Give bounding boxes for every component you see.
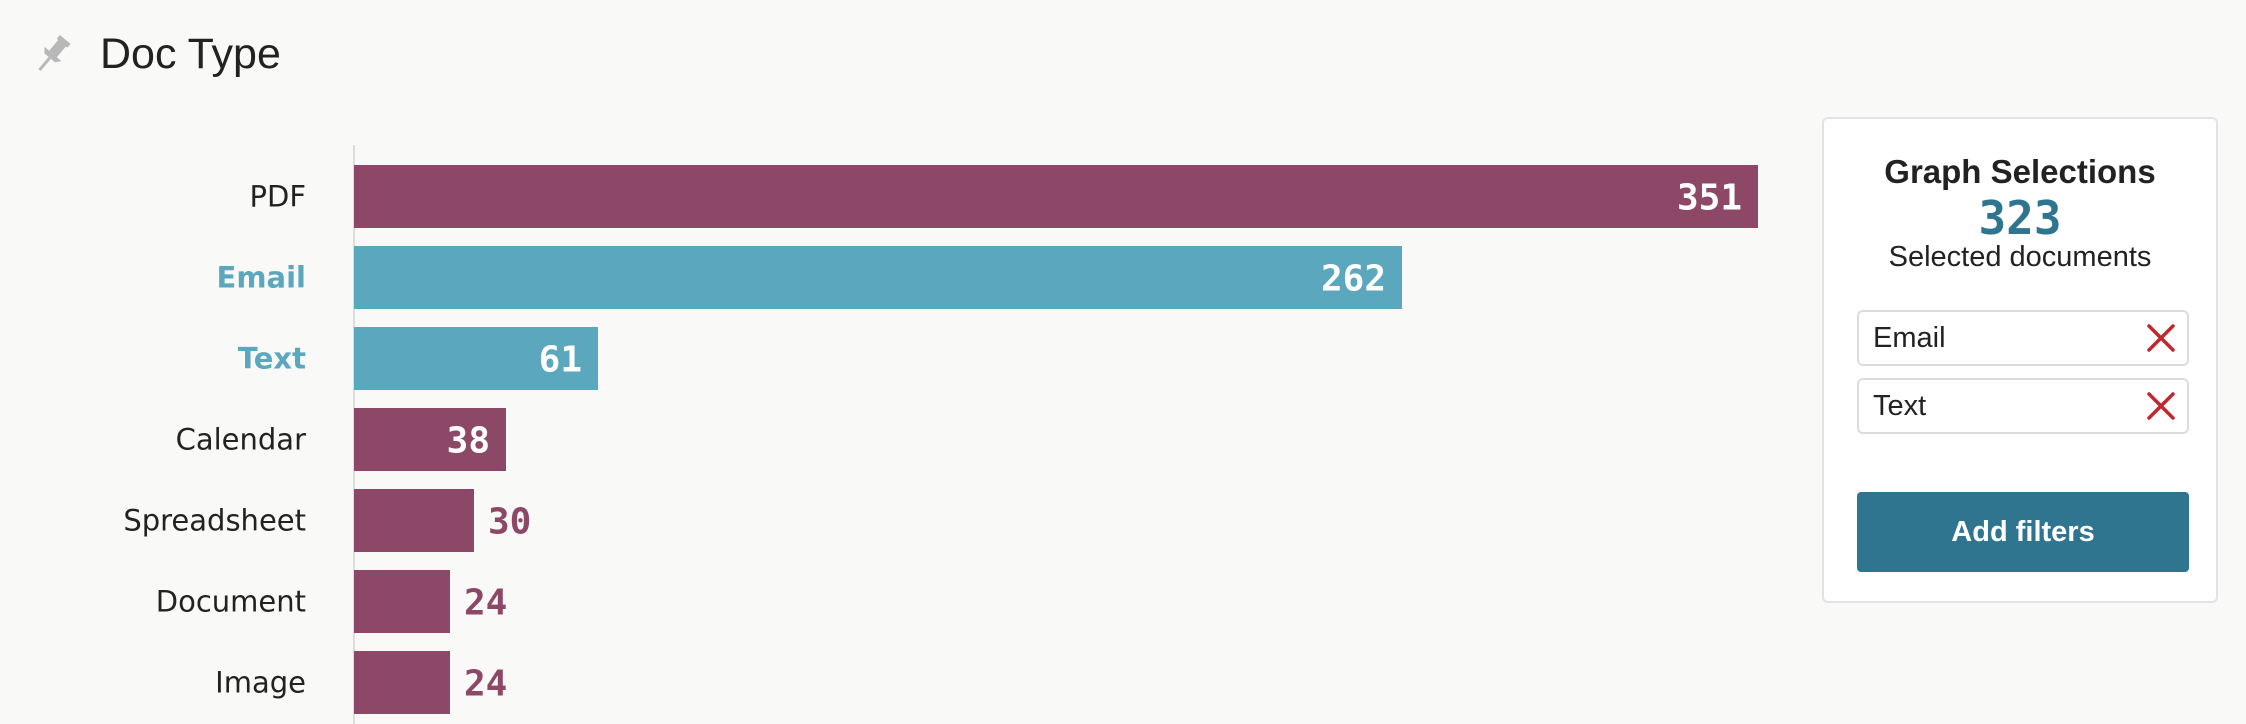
selected-count: 323 (1978, 191, 2062, 245)
close-icon[interactable] (2145, 390, 2177, 422)
value-label-image: 24 (464, 664, 507, 705)
selected-documents-label: Selected documents (1888, 241, 2152, 273)
selection-chip-text: Text (1857, 378, 2189, 434)
category-label-calendar[interactable]: Calendar (176, 423, 306, 457)
category-label-spreadsheet[interactable]: Spreadsheet (123, 504, 306, 538)
value-label-text: 61 (539, 340, 582, 381)
chip-label: Email (1873, 322, 1946, 354)
chip-label: Text (1873, 390, 1927, 422)
value-label-calendar: 38 (447, 421, 490, 462)
bar-pdf[interactable] (354, 165, 1758, 228)
value-label-spreadsheet: 30 (488, 502, 531, 543)
selections-heading: Graph Selections (1884, 153, 2156, 190)
category-label-email[interactable]: Email (217, 261, 306, 295)
bar-spreadsheet[interactable] (354, 489, 474, 552)
add-filters-button[interactable]: Add filters (1857, 492, 2189, 572)
bar-document[interactable] (354, 570, 450, 633)
selection-chip-email: Email (1857, 310, 2189, 366)
category-label-image[interactable]: Image (215, 666, 306, 700)
graph-selections-card: Graph Selections 323 Selected documents … (1822, 117, 2218, 603)
close-icon[interactable] (2145, 322, 2177, 354)
doc-type-panel: Doc Type PDF 351 Email 262 Text 61 Calendar 38 S… (0, 0, 2246, 724)
category-label-pdf[interactable]: PDF (250, 180, 307, 214)
bar-image[interactable] (354, 651, 450, 714)
value-label-pdf: 351 (1677, 178, 1742, 219)
category-label-document[interactable]: Document (156, 585, 306, 619)
value-label-document: 24 (464, 583, 507, 624)
chart-svg: PDF 351 Email 262 Text 61 Calendar 38 Spreadshee… (123, 145, 1758, 724)
bar-email[interactable] (354, 246, 1402, 309)
value-label-email: 262 (1321, 259, 1386, 300)
doc-type-bar-chart: PDF 351 Email 262 Text 61 Calendar 38 Spreadshee… (0, 0, 1800, 724)
category-label-text[interactable]: Text (238, 342, 306, 376)
